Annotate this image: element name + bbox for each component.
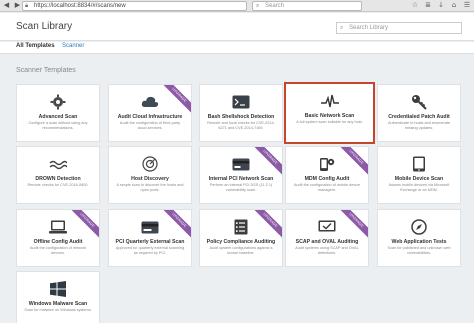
lock-icon: 🔒︎ bbox=[25, 3, 29, 9]
template-card-description: Scan for published and unknown web vulne… bbox=[387, 246, 451, 255]
search-icon: ⌕ bbox=[256, 3, 260, 9]
template-card-description: Audit the configuration of network devic… bbox=[29, 246, 87, 255]
search-icon: ⌕ bbox=[340, 25, 344, 31]
template-card-name: Bash Shellshock Detection bbox=[207, 114, 275, 120]
template-card-description: Audit system configurations against a kn… bbox=[209, 246, 273, 255]
template-card-name: Offline Config Audit bbox=[33, 239, 83, 245]
template-card-name: Internal PCI Network Scan bbox=[208, 176, 274, 182]
reading-list-icon[interactable]: ≣ bbox=[424, 1, 432, 10]
template-card-name: Host Discovery bbox=[131, 176, 169, 182]
template-card-description: Perform an internal PCI DSS (11.2.1) vul… bbox=[209, 183, 273, 192]
template-card[interactable]: Bash Shellshock Detection Remote and loca… bbox=[199, 84, 283, 142]
section-title: Scanner Templates bbox=[16, 67, 76, 74]
template-card[interactable]: DROWN Detection Remote checks for CVE-201… bbox=[16, 146, 100, 204]
template-card[interactable]: Credentialed Patch Audit Authenticate to … bbox=[377, 84, 461, 142]
template-card-description: Remote checks for CVE-2016-0800. bbox=[27, 183, 89, 187]
template-card[interactable]: MDM Config Audit Audit the configuration … bbox=[285, 146, 369, 204]
address-bar[interactable]: 🔒︎ https://localhost:8834/#/scans/new bbox=[22, 1, 247, 11]
template-card[interactable]: Basic Network Scan A full system scan sui… bbox=[284, 82, 375, 144]
browser-search-input[interactable]: ⌕ Search bbox=[252, 1, 362, 11]
library-search-input[interactable]: ⌕ Search Library bbox=[336, 22, 462, 34]
menu-icon[interactable]: ☰ bbox=[463, 1, 471, 10]
template-tabs: All Templates Scanner bbox=[0, 42, 474, 54]
terminal-icon bbox=[200, 94, 282, 110]
template-card-description: Configure a scan without using any recom… bbox=[28, 121, 88, 130]
template-card-description: Audit the configuration of third-party c… bbox=[119, 121, 181, 130]
template-card[interactable]: Mobile Device Scan Assess mobile devices … bbox=[377, 146, 461, 204]
gear-icon bbox=[17, 94, 99, 110]
template-card-name: Windows Malware Scan bbox=[28, 301, 88, 307]
template-card[interactable]: Host Discovery A simple scan to discover … bbox=[108, 146, 192, 204]
page-header: Scan Library ⌕ Search Library bbox=[0, 13, 474, 41]
download-icon[interactable]: ↓ bbox=[437, 1, 445, 10]
template-card[interactable]: Offline Config Audit Audit the configurat… bbox=[16, 209, 100, 267]
browser-search-placeholder: Search bbox=[265, 3, 285, 9]
template-card[interactable]: Web Application Tests Scan for published … bbox=[377, 209, 461, 267]
template-card-name: Advanced Scan bbox=[38, 114, 78, 120]
forward-icon[interactable]: ▶ bbox=[13, 1, 22, 10]
template-card-name: Basic Network Scan bbox=[304, 113, 355, 119]
template-card-name: Web Application Tests bbox=[391, 239, 447, 245]
browser-toolbar: ◀ ▶ 🔒︎ https://localhost:8834/#/scans/ne… bbox=[0, 0, 474, 12]
template-card-description: Scan for malware on Windows systems. bbox=[24, 308, 92, 312]
mobile-icon bbox=[378, 156, 460, 172]
drown-icon bbox=[17, 156, 99, 172]
template-card-description: Approved for quarterly external scanning… bbox=[115, 246, 185, 255]
template-card-name: Mobile Device Scan bbox=[394, 176, 444, 182]
template-card-description: A full system scan suitable for any host… bbox=[296, 120, 363, 124]
template-card[interactable]: Internal PCI Network Scan Perform an inte… bbox=[199, 146, 283, 204]
template-card-description: A simple scan to discover live hosts and… bbox=[116, 183, 184, 192]
template-card[interactable]: Audit Cloud Infrastructure Audit the conf… bbox=[108, 84, 192, 142]
library-search-placeholder: Search Library bbox=[349, 25, 389, 31]
template-card[interactable]: Advanced Scan Configure a scan without us… bbox=[16, 84, 100, 142]
template-card[interactable]: PCI Quarterly External Scan Approved for … bbox=[108, 209, 192, 267]
star-icon[interactable]: ☆ bbox=[411, 1, 419, 10]
template-card-name: Credentialed Patch Audit bbox=[388, 114, 450, 120]
browser-actions: ☆ ≣ ↓ ⌂ ☰ bbox=[411, 1, 471, 10]
template-card-name: DROWN Detection bbox=[35, 176, 81, 182]
tab-scanner[interactable]: Scanner bbox=[62, 43, 84, 49]
template-card-description: Assess mobile devices via Microsoft Exch… bbox=[388, 183, 450, 192]
template-card-description: Remote and local checks for CVE-2014-627… bbox=[207, 121, 275, 130]
home-icon[interactable]: ⌂ bbox=[450, 1, 458, 10]
tab-all-templates[interactable]: All Templates bbox=[16, 43, 55, 49]
template-card[interactable]: Windows Malware Scan Scan for malware on … bbox=[16, 271, 100, 323]
page-title: Scan Library bbox=[16, 21, 73, 32]
template-card-description: Authenticate to hosts and enumerate miss… bbox=[387, 121, 451, 130]
template-card-name: PCI Quarterly External Scan bbox=[115, 239, 185, 245]
pulse-icon bbox=[286, 93, 373, 109]
template-card-name: Audit Cloud Infrastructure bbox=[117, 114, 183, 120]
template-card[interactable]: Policy Compliance Auditing Audit system c… bbox=[199, 209, 283, 267]
address-bar-url: https://localhost:8834/#/scans/new bbox=[34, 3, 126, 9]
radar-icon bbox=[109, 156, 191, 172]
template-card-name: MDM Config Audit bbox=[304, 176, 350, 182]
windows-icon bbox=[17, 281, 99, 297]
template-card-description: Audit systems using SCAP and OVAL defini… bbox=[295, 246, 359, 255]
back-icon[interactable]: ◀ bbox=[2, 1, 11, 10]
key-icon bbox=[378, 94, 460, 110]
template-card[interactable]: SCAP and OVAL Auditing Audit systems usin… bbox=[285, 209, 369, 267]
template-card-name: Policy Compliance Auditing bbox=[206, 239, 276, 245]
template-card-name: SCAP and OVAL Auditing bbox=[295, 239, 359, 245]
template-card-description: Audit the configuration of mobile device… bbox=[293, 183, 361, 192]
compass-icon bbox=[378, 219, 460, 235]
